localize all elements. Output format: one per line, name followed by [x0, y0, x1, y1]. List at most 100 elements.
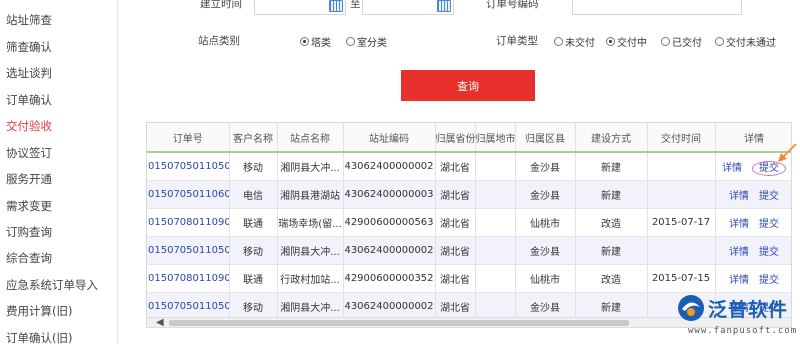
- detail-link[interactable]: 详情: [729, 191, 749, 202]
- cell-county: 金沙县: [515, 180, 576, 209]
- sidebar-item-requirement-change[interactable]: 需求变更: [6, 198, 52, 214]
- radio-label: 交付中: [617, 38, 647, 49]
- cell-time: 2015-07-15: [647, 264, 716, 293]
- submit-link[interactable]: 提交: [759, 247, 779, 258]
- column-header: 归属省份: [435, 123, 476, 153]
- detail-link[interactable]: 详情: [729, 275, 749, 286]
- cell-city: [475, 264, 516, 293]
- table-row: 015070801109069联通瑞场幸场(留...42900600000563…: [147, 208, 791, 237]
- sidebar-item-agreement-signing[interactable]: 协议签订: [6, 145, 52, 161]
- cell-site-code: 43062400000002: [343, 152, 436, 181]
- cell-time: 2015-07-17: [647, 208, 716, 237]
- column-header: 站址编码: [343, 123, 436, 153]
- submit-link[interactable]: 提交: [759, 275, 779, 286]
- cell-order-no[interactable]: 015070801109069: [147, 208, 230, 237]
- cell-customer: 联通: [229, 264, 278, 293]
- sidebar-item-service-activation[interactable]: 服务开通: [6, 171, 52, 187]
- cell-city: [475, 236, 516, 265]
- cell-time: [647, 152, 716, 181]
- radio-dot-icon: [554, 37, 563, 46]
- cell-province: 湖北省: [435, 236, 476, 265]
- column-header: 客户名称: [229, 123, 278, 153]
- cell-city: [475, 208, 516, 237]
- submit-link[interactable]: 提交: [759, 191, 779, 202]
- cell-customer: 联通: [229, 208, 278, 237]
- cell-county: 金沙县: [515, 236, 576, 265]
- sidebar-item-fee-calc-old[interactable]: 费用计算(旧): [6, 303, 72, 319]
- sidebar-item-general-query[interactable]: 综合查询: [6, 250, 52, 266]
- radio-site-type-indoor[interactable]: 室分类: [346, 34, 387, 49]
- radio-dot-icon: [715, 37, 724, 46]
- cell-county: 仙桃市: [515, 208, 576, 237]
- start-date-input[interactable]: [254, 0, 346, 15]
- sidebar-item-emergency-import[interactable]: 应急系统订单导入: [6, 277, 98, 293]
- sidebar-item-screening-confirm[interactable]: 筛查确认: [6, 39, 52, 55]
- sidebar-item-order-confirm-old[interactable]: 订单确认(旧): [6, 330, 72, 344]
- cell-city: [475, 292, 516, 321]
- cell-order-no[interactable]: 015070501105006: [147, 152, 230, 181]
- radio-order-failed[interactable]: 交付未通过: [715, 34, 776, 49]
- scroll-left-icon[interactable]: ◀: [156, 317, 164, 328]
- calendar-icon[interactable]: [329, 0, 343, 12]
- cell-actions: 详情 提交: [715, 236, 791, 265]
- cell-order-no[interactable]: 015070501105006: [147, 236, 230, 265]
- filter-panel: 建立时间 至 订单号编码 站点类别 塔类 室分类 订单类型 未交付 交付中 已交…: [118, 0, 800, 120]
- table-row: 015070501105006移动湘阴县大冲...43062400000002湖…: [147, 236, 791, 265]
- radio-label: 未交付: [565, 38, 595, 49]
- query-button[interactable]: 查询: [401, 70, 535, 101]
- radio-dot-icon: [346, 37, 355, 46]
- cell-county: 金沙县: [515, 292, 576, 321]
- calendar-icon[interactable]: [437, 0, 451, 12]
- sidebar-item-order-confirm[interactable]: 订单确认: [6, 92, 52, 108]
- cell-site-code: 43062400000002: [343, 236, 436, 265]
- cell-site-name: 湘阴县大冲...: [277, 152, 344, 181]
- detail-link[interactable]: 详情: [729, 247, 749, 258]
- end-date-input[interactable]: [362, 0, 454, 15]
- cell-site-code: 43062400000002: [343, 292, 436, 321]
- order-type-label: 订单类型: [496, 35, 538, 47]
- sidebar-item-site-negotiation[interactable]: 选址谈判: [6, 65, 52, 81]
- radio-dot-icon: [661, 37, 670, 46]
- radio-order-delivering[interactable]: 交付中: [606, 34, 647, 49]
- cell-county: 仙桃市: [515, 264, 576, 293]
- cell-build: 改造: [575, 264, 648, 293]
- column-header: 交付时间: [647, 123, 716, 153]
- cell-time: [647, 236, 716, 265]
- cell-order-no[interactable]: 015070501105006: [147, 292, 230, 321]
- submit-link[interactable]: 提交: [759, 219, 779, 230]
- radio-dot-icon: [300, 37, 309, 46]
- watermark-brand: 泛普软件: [708, 299, 789, 321]
- cell-build: 新建: [575, 180, 648, 209]
- detail-link[interactable]: 详情: [722, 163, 742, 174]
- cell-site-name: 瑞场幸场(留...: [277, 208, 344, 237]
- cell-province: 湖北省: [435, 152, 476, 181]
- fanpu-logo-icon: [678, 295, 704, 321]
- column-header: 建设方式: [575, 123, 648, 153]
- cell-site-code: 42900600000352: [343, 264, 436, 293]
- cell-site-name: 湘阴县港湖站: [277, 180, 344, 209]
- table-row: 015070501105006移动湘阴县大冲...43062400000002湖…: [147, 152, 791, 181]
- cell-customer: 移动: [229, 152, 278, 181]
- cell-order-no[interactable]: 015070801109005: [147, 264, 230, 293]
- cell-build: 新建: [575, 236, 648, 265]
- cell-province: 湖北省: [435, 180, 476, 209]
- sidebar-item-site-screening[interactable]: 站址筛查: [6, 12, 52, 28]
- sidebar-item-delivery-acceptance[interactable]: 交付验收: [6, 118, 52, 134]
- radio-site-type-tower[interactable]: 塔类: [300, 34, 331, 49]
- cell-site-code: 43062400000003: [343, 180, 436, 209]
- column-header: 归属区县: [515, 123, 576, 153]
- cell-site-code: 42900600000563: [343, 208, 436, 237]
- sidebar-item-order-query[interactable]: 订购查询: [6, 224, 52, 240]
- cell-province: 湖北省: [435, 292, 476, 321]
- cell-order-no[interactable]: 015070501106010: [147, 180, 230, 209]
- cell-customer: 电信: [229, 180, 278, 209]
- radio-order-delivered[interactable]: 已交付: [661, 34, 702, 49]
- watermark-url: www.fanpusoft.com: [688, 326, 798, 336]
- order-no-input[interactable]: [572, 0, 742, 15]
- column-header: 订单号: [147, 123, 230, 153]
- cell-build: 新建: [575, 292, 648, 321]
- order-no-label: 订单号编码: [486, 0, 539, 10]
- radio-order-undelivered[interactable]: 未交付: [554, 34, 595, 49]
- scroll-thumb[interactable]: [169, 320, 629, 326]
- detail-link[interactable]: 详情: [729, 219, 749, 230]
